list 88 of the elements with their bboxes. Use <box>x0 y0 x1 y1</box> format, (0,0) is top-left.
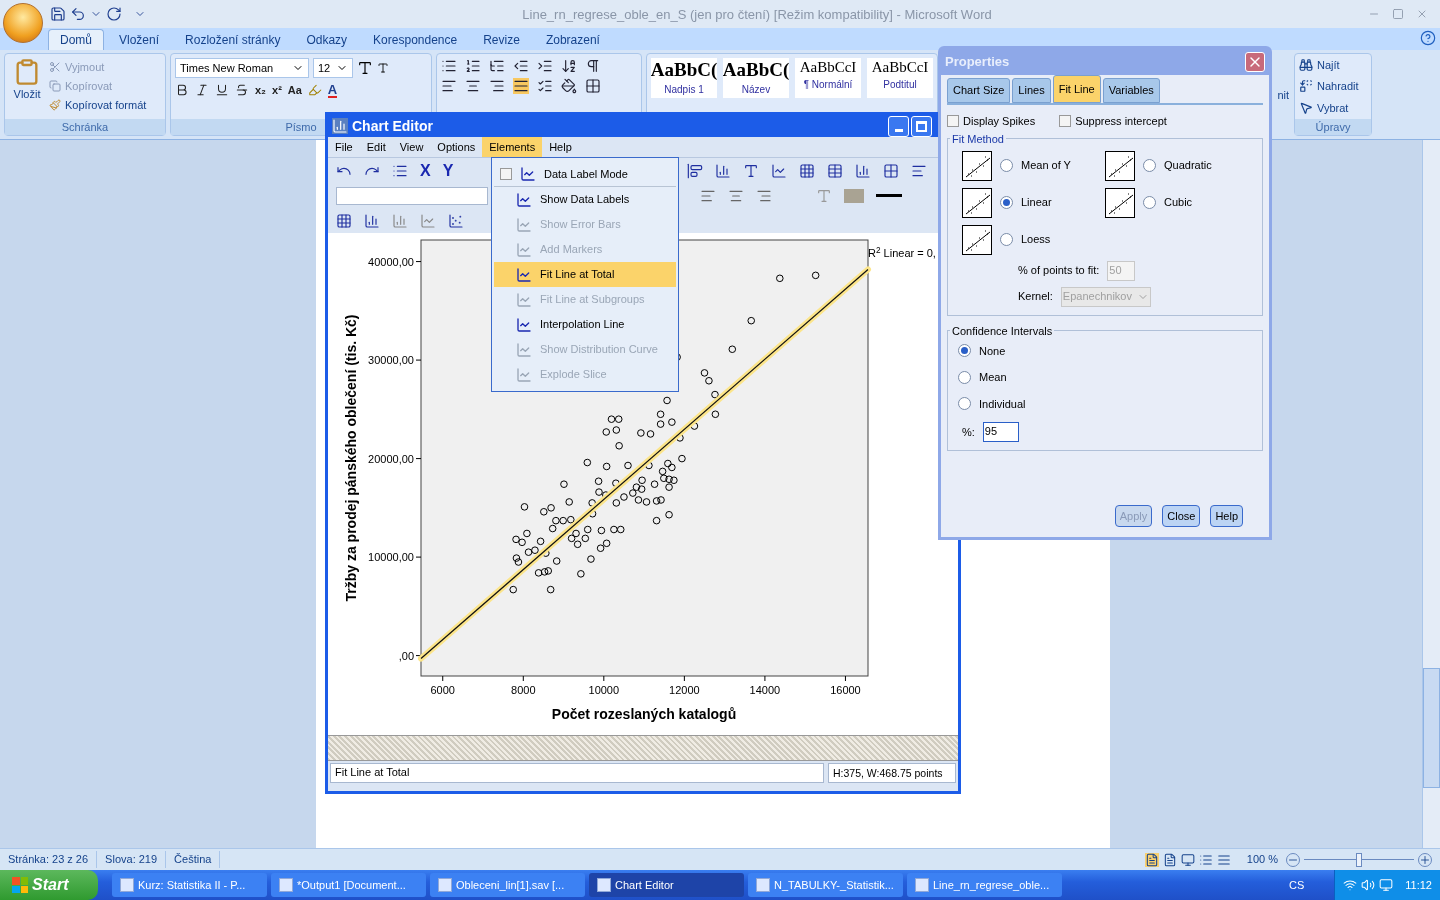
y-tick-label: 40000,00 <box>368 255 414 268</box>
taskbar-item[interactable]: Chart Editor <box>589 873 744 897</box>
style-preset[interactable]: AaBbC( Název <box>723 58 789 98</box>
taskbar-item[interactable]: Line_rn_regrese_oble... <box>907 873 1062 897</box>
radio-label: Mean <box>979 370 1007 385</box>
status-item: Čeština <box>166 851 221 868</box>
y-axis-title: Tržby za prodej pánského oblečení (tis. Kč) <box>343 314 359 602</box>
clock: 11:12 <box>1405 877 1432 893</box>
radio-label: Cubic <box>1164 195 1193 211</box>
ribbon-tab[interactable]: Vložení <box>108 29 171 50</box>
x-axis-button[interactable]: X <box>420 162 431 179</box>
language-indicator: CS <box>1289 877 1305 893</box>
menu-item[interactable]: View <box>392 137 431 157</box>
elements-menu-item[interactable]: Show Data Labels <box>494 187 676 212</box>
editing-button[interactable]: Najít <box>1299 56 1371 73</box>
menu-item[interactable]: Edit <box>359 137 393 157</box>
radio-label: None <box>979 343 1006 359</box>
checkbox-label: Display Spikes <box>963 114 1036 129</box>
ribbon-tab[interactable]: Revize <box>472 29 531 50</box>
chart-size-text: H:375, W:468.75 points <box>828 763 956 783</box>
change-styles-label: nit <box>1277 88 1289 103</box>
y-axis-button[interactable]: Y <box>442 162 454 179</box>
x-axis-title: Počet rozeslaných katalogů <box>551 706 737 722</box>
window-title: Line_rn_regrese_oble_en_S (jen pro čtení) [Režim kompatibility] - Microsoft Word <box>522 7 992 22</box>
group-label: Úpravy <box>1295 118 1371 135</box>
editing-button[interactable]: Nahradit <box>1299 78 1371 95</box>
percent-field[interactable]: 95 <box>982 422 1019 442</box>
menu-item[interactable]: File <box>328 137 360 157</box>
dialog-title: Properties <box>945 53 1010 72</box>
radio-label: Linear <box>1021 195 1052 211</box>
y-tick-label: 30000,00 <box>368 354 414 367</box>
font-color-button[interactable]: A <box>327 82 338 98</box>
group-label: Schránka <box>5 118 165 135</box>
dialog-tab[interactable]: Lines <box>1012 78 1051 103</box>
radio-label: Loess <box>1021 232 1051 248</box>
radio-label: Mean of Y <box>1021 158 1071 174</box>
dialog-tab[interactable]: Chart Size <box>947 78 1011 103</box>
y-tick-label: ,00 <box>398 649 414 662</box>
status-text: Fit Line at Total <box>330 763 824 783</box>
elements-menu-item[interactable]: Interpolation Line <box>494 312 676 337</box>
r-squared-label: R$^{2}$ Linear = 0, <box>868 247 936 259</box>
dialog-tab[interactable]: Fit Line <box>1052 75 1101 103</box>
field-label: Kernel: <box>1018 289 1053 305</box>
paste-button[interactable]: Vložit <box>5 54 49 119</box>
window-title: Chart Editor <box>352 116 434 136</box>
field-label: % of points to fit: <box>1018 263 1100 279</box>
x-tick-label: 8000 <box>511 684 536 696</box>
dialog-button[interactable]: Close <box>1162 505 1201 527</box>
dialog-button[interactable]: Help <box>1210 505 1243 527</box>
font-size-field[interactable]: 12 <box>313 58 353 78</box>
x-tick-label: 14000 <box>749 684 781 696</box>
change-case-button[interactable]: Aa <box>287 82 302 99</box>
radio-label: Individual <box>979 396 1026 412</box>
y-tick-label: 20000,00 <box>368 452 414 465</box>
taskbar-item[interactable]: *Output1 [Document... <box>271 873 426 897</box>
x-tick-label: 12000 <box>669 684 700 696</box>
dialog-tab[interactable]: Variables <box>1102 78 1160 103</box>
style-preset[interactable]: AaBbCcI ¶ Normální <box>795 58 861 98</box>
subscript-button[interactable]: x₂ <box>255 82 266 99</box>
radio-label: Quadratic <box>1164 158 1212 174</box>
status-item: Slova: 219 <box>97 851 167 868</box>
checkbox-label: Suppress intercept <box>1075 114 1167 129</box>
taskbar-item[interactable]: Kurz: Statistika II - P... <box>112 873 267 897</box>
status-item: Stránka: 23 z 26 <box>0 851 98 868</box>
style-preset[interactable]: AaBbC( Nadpis 1 <box>651 58 717 98</box>
taskbar-item[interactable]: Obleceni_lin[1].sav [... <box>430 873 585 897</box>
ribbon-tab[interactable]: Rozložení stránky <box>174 29 292 50</box>
field-label: %: <box>962 424 975 440</box>
zoom-level: 100 % <box>1246 852 1278 868</box>
style-preset[interactable]: AaBbCcI Podtitul <box>867 58 933 98</box>
y-tick-label: 10000,00 <box>368 551 414 564</box>
menu-item[interactable]: Elements <box>482 137 543 157</box>
elements-menu-item[interactable]: Fit Line at Total <box>494 262 676 287</box>
x-tick-label: 6000 <box>430 684 455 696</box>
menu-item[interactable]: Options <box>430 137 483 157</box>
x-tick-label: 16000 <box>830 684 861 696</box>
ribbon-tab[interactable]: Domů <box>48 29 104 50</box>
ribbon-tab[interactable]: Odkazy <box>295 29 359 50</box>
elements-menu-item[interactable]: Data Label Mode <box>494 162 676 187</box>
editing-button[interactable]: Vybrat <box>1299 99 1371 116</box>
taskbar-item[interactable]: N_TABULKY-_Statistik... <box>748 873 903 897</box>
ribbon-tab[interactable]: Korespondence <box>362 29 469 50</box>
x-tick-label: 10000 <box>588 684 620 696</box>
superscript-button[interactable]: x² <box>272 82 282 99</box>
font-family-field[interactable]: Times New Roman <box>175 58 309 78</box>
clipboard-item[interactable]: Kopírovat formát <box>49 96 147 114</box>
menu-item[interactable]: Help <box>542 137 579 157</box>
ribbon-tab[interactable]: Zobrazení <box>534 29 611 50</box>
